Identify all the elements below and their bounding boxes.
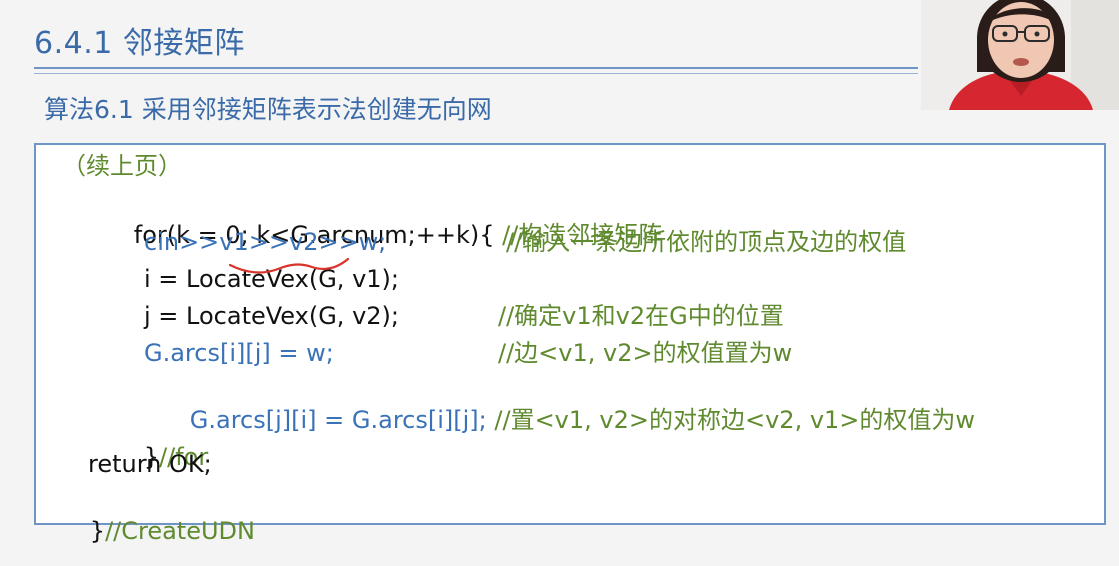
code-line-return: return OK;: [88, 450, 212, 478]
cin-comment: //输入一条边所依附的顶点及边的权值: [506, 228, 907, 256]
code-line-arc2: G.arcs[j][i] = G.arcs[i][j]; //置<v1, v2>…: [144, 375, 975, 465]
code-box: （续上页） for(k = 0; k<G.arcnum;++k){ //构造邻接…: [34, 143, 1106, 545]
end-brace: }: [89, 517, 106, 545]
code-line-arc1: G.arcs[i][j] = w;: [144, 339, 334, 367]
arc2-statement: G.arcs[j][i] = G.arcs[i][j];: [189, 406, 487, 434]
code-line-j: j = LocateVex(G, v2);: [144, 302, 399, 330]
continued-label: （续上页）: [62, 152, 182, 180]
section-title: 6.4.1 邻接矩阵: [34, 26, 245, 61]
end-comment: //CreateUDN: [105, 517, 255, 545]
presenter-image: [921, 0, 1119, 110]
code-line-end: }//CreateUDN: [44, 486, 255, 566]
title-divider-thin: [34, 73, 918, 74]
arc2-comment: //置<v1, v2>的对称边<v2, v1>的权值为w: [486, 406, 976, 434]
algorithm-title: 算法6.1 采用邻接矩阵表示法创建无向网: [44, 95, 492, 124]
red-underline-annotation: [228, 257, 350, 274]
title-divider: [34, 67, 918, 69]
slide: 6.4.1 邻接矩阵 算法6.1 采用邻接矩阵表示法创建无向网 （续上页） fo…: [0, 0, 1119, 566]
presenter-webcam: [921, 0, 1119, 110]
arc1-comment: //边<v1, v2>的权值置为w: [498, 339, 793, 367]
j-comment: //确定v1和v2在G中的位置: [498, 302, 784, 330]
